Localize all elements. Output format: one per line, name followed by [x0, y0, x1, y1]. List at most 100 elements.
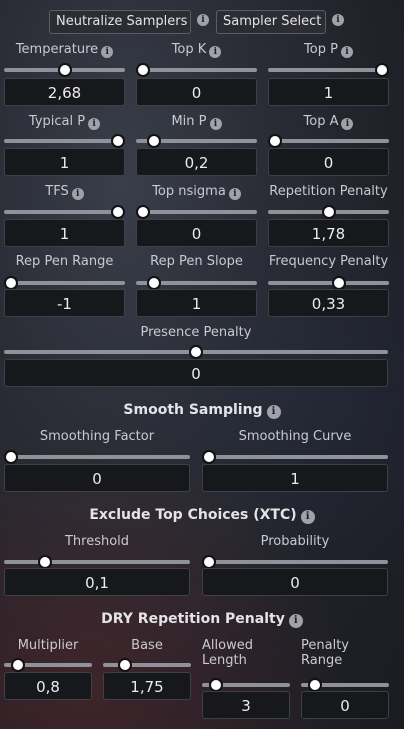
dry-multiplier-input[interactable]: 0,8 [4, 672, 92, 700]
repetition-penalty-slider-thumb[interactable] [321, 205, 336, 219]
dry-allowed-length-label: Allowed Length [202, 638, 290, 668]
dry-allowed-length-label-line1: Allowed [202, 638, 253, 653]
sampler-select-button[interactable]: Sampler Select [216, 10, 326, 34]
top-p-label: Top Pi [268, 42, 389, 58]
info-icon[interactable]: i [71, 188, 84, 200]
xtc-probability-slider[interactable] [202, 560, 388, 564]
top-nsigma-label-text: Top nsigma [152, 184, 226, 199]
top-p-input[interactable]: 1 [268, 78, 389, 106]
xtc-probability-label: Probability [260, 534, 330, 549]
xtc-title: Exclude Top Choices (XTC) [89, 507, 297, 523]
xtc-probability-slider-thumb[interactable] [202, 555, 216, 569]
dry-penalty-range-label: Penalty Range [301, 638, 389, 668]
dry-penalty-range-input[interactable]: 0 [301, 691, 389, 719]
top-k-input[interactable]: 0 [136, 78, 257, 106]
info-icon[interactable]: i [228, 188, 241, 200]
top-a-label-text: Top A [303, 114, 339, 129]
top-p-slider[interactable] [268, 68, 389, 72]
top-a-input[interactable]: 0 [268, 148, 389, 176]
tfs-label-text: TFS [45, 184, 69, 199]
top-p-slider-thumb[interactable] [375, 63, 389, 77]
info-icon[interactable]: i [341, 118, 354, 130]
rep-pen-range-slider[interactable] [4, 281, 125, 285]
typical-p-slider-thumb[interactable] [111, 134, 125, 148]
info-icon[interactable]: i [266, 405, 281, 419]
presence-penalty-input[interactable]: 0 [4, 359, 388, 387]
temperature-input[interactable]: 2,68 [4, 78, 125, 106]
smoothing-curve-label: Smoothing Curve [238, 429, 352, 444]
top-k-slider-thumb[interactable] [136, 63, 150, 77]
info-icon[interactable]: i [332, 14, 344, 26]
rep-pen-slope-slider-thumb[interactable] [146, 276, 161, 290]
presence-penalty-label: Presence Penalty [140, 325, 252, 340]
top-nsigma-slider[interactable] [136, 210, 257, 214]
tfs-input[interactable]: 1 [4, 219, 125, 247]
info-icon[interactable]: i [209, 118, 222, 130]
dry-allowed-length-label-line2: Length [202, 653, 247, 668]
rep-pen-range-input[interactable]: -1 [4, 289, 125, 317]
info-icon[interactable]: i [300, 510, 315, 524]
top-nsigma-label: Top nsigma i [136, 184, 257, 200]
rep-pen-range-slider-thumb[interactable] [4, 276, 18, 290]
info-icon[interactable]: i [209, 46, 222, 58]
repetition-penalty-input[interactable]: 1,78 [268, 219, 389, 247]
dry-multiplier-label: Multiplier [17, 638, 79, 653]
info-icon[interactable]: i [101, 46, 114, 58]
typical-p-slider[interactable] [4, 139, 125, 143]
smoothing-factor-label: Smoothing Factor [39, 429, 155, 444]
info-icon[interactable]: i [288, 614, 303, 628]
min-p-label-text: Min P [171, 114, 207, 129]
top-a-slider[interactable] [268, 139, 389, 143]
xtc-threshold-input[interactable]: 0,1 [4, 568, 190, 596]
smoothing-curve-slider[interactable] [202, 455, 388, 459]
info-icon[interactable]: i [88, 118, 101, 130]
tfs-slider-thumb[interactable] [111, 205, 125, 219]
typical-p-label: Typical Pi [4, 114, 125, 130]
dry-base-input[interactable]: 1,75 [103, 672, 191, 700]
presence-penalty-slider-thumb[interactable] [189, 345, 203, 359]
temperature-label-text: Temperature [15, 42, 99, 57]
rep-pen-slope-label: Rep Pen Slope [150, 254, 243, 269]
repetition-penalty-label: Repetition Penalty [269, 184, 388, 199]
smoothing-factor-slider[interactable] [4, 455, 190, 459]
xtc-threshold-slider[interactable] [4, 560, 190, 564]
frequency-penalty-input[interactable]: 0,33 [268, 289, 389, 317]
smoothing-factor-slider-thumb[interactable] [4, 450, 18, 464]
tfs-label: TFS i [4, 184, 125, 200]
dry-penalty-range-slider-thumb[interactable] [308, 678, 323, 692]
smoothing-curve-slider-thumb[interactable] [202, 450, 216, 464]
temperature-slider-thumb[interactable] [57, 63, 72, 77]
typical-p-label-text: Typical P [28, 114, 86, 129]
top-nsigma-input[interactable]: 0 [136, 219, 257, 247]
info-icon[interactable]: i [340, 46, 353, 58]
frequency-penalty-slider[interactable] [268, 281, 389, 285]
smoothing-factor-input[interactable]: 0 [4, 464, 190, 492]
neutralize-samplers-button[interactable]: Neutralize Samplers [49, 10, 191, 34]
frequency-penalty-slider-thumb[interactable] [332, 276, 347, 290]
min-p-input[interactable]: 0,2 [136, 148, 257, 176]
dry-penalty-range-label-line2: Range [301, 653, 343, 668]
info-icon[interactable]: i [197, 14, 209, 26]
min-p-slider-thumb[interactable] [146, 134, 161, 148]
xtc-probability-input[interactable]: 0 [202, 568, 388, 596]
rep-pen-slope-input[interactable]: 1 [136, 289, 257, 317]
temperature-label: Temperature i [4, 42, 125, 58]
typical-p-input[interactable]: 1 [4, 148, 125, 176]
top-nsigma-slider-thumb[interactable] [136, 205, 150, 219]
dry-base-slider[interactable] [103, 663, 191, 667]
min-p-label: Min Pi [136, 114, 257, 130]
dry-allowed-length-slider-thumb[interactable] [209, 678, 224, 692]
frequency-penalty-label: Frequency Penalty [268, 254, 389, 269]
top-k-slider[interactable] [136, 68, 257, 72]
dry-base-slider-thumb[interactable] [117, 658, 132, 672]
dry-allowed-length-input[interactable]: 3 [202, 691, 290, 719]
smooth-sampling-heading: Smooth Sampling i [0, 402, 404, 419]
xtc-threshold-slider-thumb[interactable] [38, 555, 53, 569]
tfs-slider[interactable] [4, 210, 125, 214]
top-a-label: Top Ai [268, 114, 389, 130]
dry-heading: DRY Repetition Penalty i [0, 611, 404, 628]
smoothing-curve-input[interactable]: 1 [202, 464, 388, 492]
top-k-label-text: Top K [171, 42, 207, 57]
dry-multiplier-slider-thumb[interactable] [11, 658, 26, 672]
top-a-slider-thumb[interactable] [268, 134, 282, 148]
